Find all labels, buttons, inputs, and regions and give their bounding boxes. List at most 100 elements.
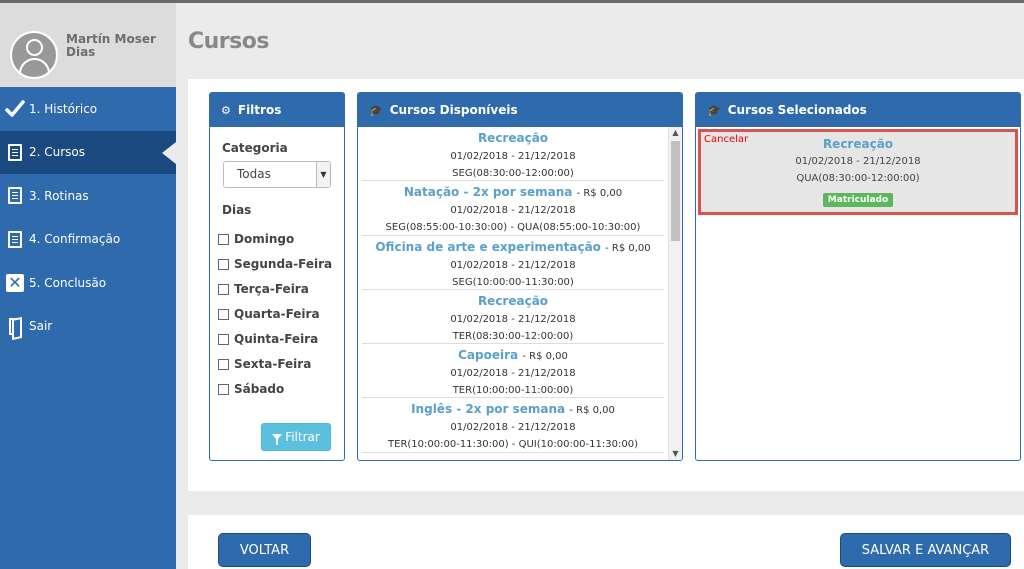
- day-label: Domingo: [234, 232, 295, 246]
- day-label: Sábado: [234, 382, 285, 396]
- graduation-cap-icon: 🎓: [369, 103, 383, 117]
- profile: Martín Moser Dias: [0, 3, 176, 87]
- course-item[interactable]: Oficina de arte e experimentação - R$ 0,…: [362, 236, 664, 290]
- course-name: Oficina de arte e experimentação: [375, 239, 601, 254]
- course-price: - R$ 0,00: [576, 188, 623, 200]
- sidebar: Martín Moser Dias 1. Histórico 2. Cursos…: [0, 3, 176, 569]
- course-list-scrollbar[interactable]: ▲ ▼: [668, 127, 682, 460]
- filters-header: ⚙ Filtros: [210, 93, 344, 127]
- checkbox-icon[interactable]: [218, 283, 229, 295]
- course-name: Natação - 2x por semana: [403, 185, 573, 200]
- course-name: Recreação: [477, 131, 549, 145]
- sidebar-item-label: Sair: [29, 319, 53, 334]
- sidebar-item-label: 5. Conclusão: [29, 275, 107, 290]
- category-select[interactable]: Todas ▼: [223, 161, 331, 188]
- sidebar-item-cursos[interactable]: 2. Cursos: [0, 130, 176, 174]
- cancel-link[interactable]: Cancelar: [704, 134, 748, 145]
- course-price: - R$ 0,00: [569, 405, 615, 417]
- sidebar-item-label: 2. Cursos: [29, 145, 86, 160]
- graduation-cap-icon: 🎓: [707, 103, 721, 117]
- course-name: Inglês - 2x por semana: [411, 402, 566, 417]
- checkbox-icon[interactable]: [218, 233, 229, 245]
- course-schedule: SEG(10:00:00-11:30:00): [452, 276, 574, 288]
- chevron-down-icon[interactable]: ▼: [669, 448, 682, 460]
- filter-button-label: Filtrar: [285, 430, 320, 444]
- footer-bar: VOLTAR SALVAR E AVANÇAR: [188, 515, 1024, 569]
- day-checkbox-quinta[interactable]: Quinta-Feira: [218, 332, 318, 346]
- course-item[interactable]: Recreação 01/02/2018 - 21/12/2018 TER(08…: [362, 290, 664, 345]
- door-exit-icon: [5, 316, 25, 336]
- day-checkbox-sexta[interactable]: Sexta-Feira: [218, 357, 311, 371]
- chevron-down-icon: ▼: [316, 162, 330, 187]
- course-item[interactable]: Inglês - 2x por semana - R$ 0,00 01/02/2…: [362, 398, 664, 453]
- filters-panel: ⚙ Filtros Categoria Todas ▼ Dias Domingo…: [209, 92, 345, 461]
- day-label: Quinta-Feira: [234, 332, 319, 346]
- course-dates: 01/02/2018 - 21/12/2018: [450, 313, 576, 325]
- selected-course-card: Cancelar Recreação 01/02/2018 - 21/12/20…: [698, 129, 1018, 215]
- course-item[interactable]: Recreação 01/02/2018 - 21/12/2018 SEG(08…: [362, 127, 664, 182]
- category-value: Todas: [237, 167, 271, 181]
- document-icon: [5, 186, 25, 206]
- course-schedule: TER(08:30:00-12:00:00): [452, 330, 574, 342]
- sidebar-item-label: 3. Rotinas: [29, 188, 89, 203]
- selected-courses-header: 🎓 Cursos Selecionados: [696, 93, 1020, 127]
- course-price: - R$ 0,00: [522, 351, 568, 363]
- document-icon: [5, 142, 25, 162]
- checkbox-icon[interactable]: [218, 383, 229, 395]
- day-checkbox-domingo[interactable]: Domingo: [218, 232, 294, 246]
- day-checkbox-terca[interactable]: Terça-Feira: [218, 282, 309, 296]
- scrollbar-thumb[interactable]: [671, 141, 680, 241]
- day-checkbox-segunda[interactable]: Segunda-Feira: [218, 257, 332, 271]
- day-label: Quarta-Feira: [234, 307, 320, 321]
- course-list[interactable]: Recreação 01/02/2018 - 21/12/2018 SEG(08…: [358, 127, 668, 460]
- sidebar-item-label: 4. Confirmação: [29, 232, 121, 247]
- day-label: Segunda-Feira: [234, 257, 333, 271]
- content-area: ⚙ Filtros Categoria Todas ▼ Dias Domingo…: [188, 79, 1024, 491]
- available-courses-header: 🎓 Cursos Disponíveis: [358, 93, 682, 127]
- funnel-icon: [272, 434, 283, 445]
- checkbox-icon[interactable]: [218, 308, 229, 320]
- sidebar-item-label: 1. Histórico: [29, 101, 98, 116]
- filter-button[interactable]: Filtrar: [261, 423, 331, 451]
- course-schedule: SEG(08:30:00-12:00:00): [452, 168, 574, 179]
- page-title: Cursos: [188, 29, 269, 54]
- available-courses-panel: 🎓 Cursos Disponíveis Recreação 01/02/201…: [357, 92, 683, 461]
- course-item[interactable]: Capoeira - R$ 0,00 01/02/2018 - 21/12/20…: [362, 344, 664, 399]
- course-schedule: TER(10:00:00-11:00:00): [452, 385, 574, 397]
- course-dates: 01/02/2018 - 21/12/2018: [450, 422, 576, 434]
- day-checkbox-sabado[interactable]: Sábado: [218, 382, 284, 396]
- sidebar-item-conclusao[interactable]: ✕ 5. Conclusão: [0, 261, 176, 305]
- category-label: Categoria: [222, 141, 288, 155]
- course-item[interactable]: Natação - 2x por semana - R$ 0,00 01/02/…: [362, 181, 664, 236]
- profile-name: Martín Moser Dias: [66, 32, 156, 59]
- check-icon: [5, 99, 25, 119]
- avatar: [10, 31, 58, 79]
- checkbox-icon[interactable]: [218, 358, 229, 370]
- sidebar-item-historico[interactable]: 1. Histórico: [0, 87, 176, 131]
- sidebar-item-confirmacao[interactable]: 4. Confirmação: [0, 218, 176, 262]
- course-name: Recreação: [477, 293, 549, 308]
- selected-courses-title: Cursos Selecionados: [727, 103, 867, 117]
- course-schedule: TER(10:00:00-11:30:00) - QUI(10:00:00-11…: [388, 439, 638, 451]
- day-label: Sexta-Feira: [234, 357, 312, 371]
- course-dates: 01/02/2018 - 21/12/2018: [450, 368, 576, 380]
- course-price: - R$ 0,00: [605, 242, 651, 254]
- status-badge: Matriculado: [822, 193, 894, 207]
- filters-title: Filtros: [237, 103, 282, 117]
- selected-course-dates: 01/02/2018 - 21/12/2018: [795, 156, 921, 167]
- checkbox-icon[interactable]: [218, 258, 229, 270]
- day-label: Terça-Feira: [234, 282, 309, 296]
- course-name: Capoeira: [458, 348, 519, 363]
- sidebar-nav: 1. Histórico 2. Cursos 3. Rotinas 4. Con…: [0, 87, 176, 348]
- sidebar-item-rotinas[interactable]: 3. Rotinas: [0, 174, 176, 218]
- close-box-icon: ✕: [5, 273, 25, 293]
- checkbox-icon[interactable]: [218, 333, 229, 345]
- chevron-up-icon[interactable]: ▲: [669, 127, 682, 139]
- save-and-next-button[interactable]: SALVAR E AVANÇAR: [840, 533, 1011, 567]
- document-icon: [5, 229, 25, 249]
- back-button[interactable]: VOLTAR: [218, 533, 311, 567]
- course-dates: 01/02/2018 - 21/12/2018: [450, 151, 576, 162]
- day-checkbox-quarta[interactable]: Quarta-Feira: [218, 307, 320, 321]
- sidebar-item-sair[interactable]: Sair: [0, 305, 176, 349]
- course-dates: 01/02/2018 - 21/12/2018: [450, 205, 576, 217]
